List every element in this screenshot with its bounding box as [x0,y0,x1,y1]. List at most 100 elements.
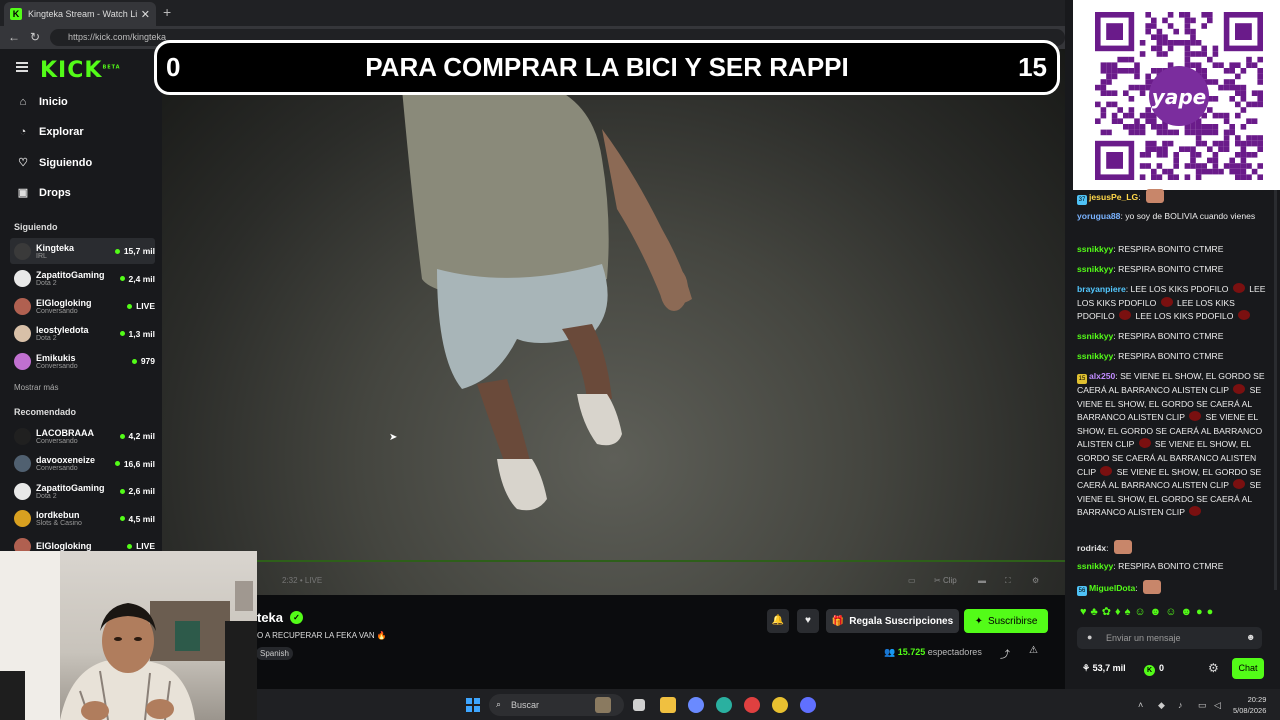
subscribe-button[interactable]: ✦ Suscribirse [964,609,1048,633]
nav-drops[interactable]: ▣ Drops [16,186,71,200]
following-channel-item[interactable]: leostyledota Dota 2 1,3 mil [10,321,155,347]
verified-badge-icon: ✓ [290,611,303,624]
chat-username[interactable]: brayanpiere [1077,284,1126,294]
report-icon[interactable]: ⚠ [1029,645,1038,656]
follow-heart-button[interactable]: ♥ [797,609,819,633]
theater-mode-icon[interactable]: ▬ [978,576,986,585]
emote-icon [1233,479,1246,490]
chat-input[interactable]: Enviar un mensaje [1077,627,1262,649]
gift-subscriptions-button[interactable]: 🎁 Regala Suscripciones [826,609,959,633]
viewer-count: LIVE [127,541,155,551]
menu-icon[interactable] [16,62,28,72]
chat-username[interactable]: ssnikkyy [1077,331,1113,341]
chat-message[interactable]: ssnikkyy: RESPIRA BONITO CTMRE [1077,350,1267,364]
emote-bar[interactable]: ♥♣✿♦♠☺☻☺☻●● [1080,605,1217,618]
kicks-balance[interactable]: K0 [1144,663,1164,676]
emoji-picker-icon[interactable]: ☻ [1246,632,1255,642]
viewer-count: 👥 15.725 espectadores [884,647,982,658]
chat-username[interactable]: yorugua88 [1077,211,1120,221]
app-icon[interactable] [744,697,760,713]
chat-message[interactable]: 15 alx250: SE VIENE EL SHOW, EL GORDO SE … [1077,370,1267,520]
chat-username[interactable]: ssnikkyy [1077,244,1113,254]
notification-bell-button[interactable]: 🔔 [767,609,789,633]
chat-username[interactable]: ssnikkyy [1077,561,1113,571]
new-tab-button[interactable]: + [163,4,171,20]
following-channel-item[interactable]: Kingteka IRL 15,7 mil [10,238,155,264]
chat-message[interactable]: 37 jesusPe_LG: [1077,189,1267,205]
following-channel-item[interactable]: ElGlogloking Conversando LIVE [10,293,155,319]
chat-message[interactable]: rodri4x: [1077,540,1267,556]
search-icon: ⌕ [496,699,502,709]
stream-title: O A RECUPERAR LA FEKA VAN 🔥 [257,631,387,640]
chat-message[interactable]: 56 MiguelDota: [1077,580,1267,596]
volume-icon[interactable]: ◁ [1214,700,1221,711]
chrome-icon[interactable] [772,697,788,713]
chat-text: LEE LOS KIKS PDOFILO [1133,311,1236,322]
network-icon[interactable]: ▭ [1198,700,1207,711]
chat-username[interactable]: jesusPe_LG [1089,192,1138,202]
pip-icon[interactable]: ▭ [908,576,916,585]
chat-message[interactable]: ssnikkyy: RESPIRA BONITO CTMRE [1077,330,1267,344]
search-highlight-icon[interactable] [595,697,611,713]
chat-scrollbar[interactable] [1274,190,1277,590]
kicks-icon: K [1144,665,1155,676]
following-channel-item[interactable]: Emikukis Conversando 979 [10,348,155,374]
copilot-icon[interactable] [688,697,704,713]
recommended-channel-item[interactable]: lordkebun Slots & Casino 4,5 mil [10,506,155,532]
chat-message[interactable]: ssnikkyy: RESPIRA BONITO CTMRE [1077,560,1267,574]
chat-username[interactable]: ssnikkyy [1077,264,1113,274]
video-player[interactable] [162,49,1065,595]
browser-tab[interactable]: K Kingteka Stream - Watch Live on K ✕ [4,2,156,26]
chat-username[interactable]: alx250 [1089,371,1115,381]
recommended-channel-item[interactable]: davooxeneize Conversando 16,6 mil [10,451,155,477]
settings-gear-icon[interactable]: ⚙ [1032,576,1039,585]
chat-message[interactable]: ssnikkyy: RESPIRA BONITO CTMRE [1077,263,1267,277]
chat-message[interactable]: yorugua88: yo soy de BOLIVIA cuando vien… [1077,210,1267,224]
mouse-cursor-icon: ➤ [389,432,398,443]
channel-meta: Emikukis Conversando [36,353,132,370]
chat-username[interactable]: MiguelDota [1089,583,1135,593]
kick-logo[interactable]: KICKBETA [40,58,121,83]
language-tag[interactable]: Spanish [256,647,293,660]
task-view-icon[interactable] [633,699,645,711]
nav-explorar[interactable]: ◔ Explorar [16,126,84,138]
tray-chevron-icon[interactable]: ˄ [1138,700,1143,710]
recommended-channel-item[interactable]: ZapatitoGaming Dota 2 2,6 mil [10,478,155,504]
channel-category: Dota 2 [36,335,57,342]
share-icon[interactable]: ⤴ [1000,646,1010,661]
chat-send-button[interactable]: Chat [1232,658,1264,679]
chat-message[interactable]: ssnikkyy: RESPIRA BONITO CTMRE [1077,243,1267,257]
channel-points[interactable]: ⚘ 53,7 mil [1082,663,1126,674]
emote-icon [1145,189,1164,203]
browser-tab-strip [0,0,1073,26]
reload-icon[interactable]: ↻ [30,30,40,44]
microphone-icon[interactable]: ♪ [1178,700,1183,710]
chat-settings-icon[interactable]: ⚙ [1208,661,1219,675]
nav-inicio[interactable]: ⌂ Inicio [16,96,68,108]
video-progress-bar[interactable] [162,560,1065,562]
fullscreen-icon[interactable]: ⛶ [1005,576,1011,586]
discord-icon[interactable] [800,697,816,713]
close-tab-icon[interactable]: ✕ [141,8,150,21]
tray-app-icon[interactable]: ◆ [1158,700,1165,711]
following-channel-item[interactable]: ZapatitoGaming Dota 2 2,4 mil [10,266,155,292]
file-explorer-icon[interactable] [660,697,676,713]
edge-icon[interactable] [716,697,732,713]
show-more-link[interactable]: Mostrar más [14,383,58,392]
chat-username[interactable]: rodri4x [1077,543,1106,553]
streamer-name[interactable]: teka [257,610,283,625]
channel-category: Conversando [36,307,78,315]
clock-date: 5/08/2026 [1233,706,1267,715]
clip-button[interactable]: ✂ Clip [934,576,957,585]
system-clock[interactable]: 20:29 5/08/2026 [1233,694,1266,716]
channel-name: LACOBRAAA [36,427,94,438]
chat-message[interactable]: brayanpiere: LEE LOS KIKS PDOFILO LEE LO… [1077,283,1267,324]
viewer-number: 1,3 mil [128,328,155,339]
chat-username[interactable]: ssnikkyy [1077,351,1113,361]
back-icon[interactable]: ← [8,30,20,44]
recommended-channel-item[interactable]: LACOBRAAA Conversando 4,2 mil [10,423,155,449]
chat-colon: : [1135,583,1141,593]
channel-name: Emikukis [36,352,76,363]
windows-start-icon[interactable] [466,698,480,712]
nav-siguiendo[interactable]: ♡ Siguiendo [16,156,92,170]
